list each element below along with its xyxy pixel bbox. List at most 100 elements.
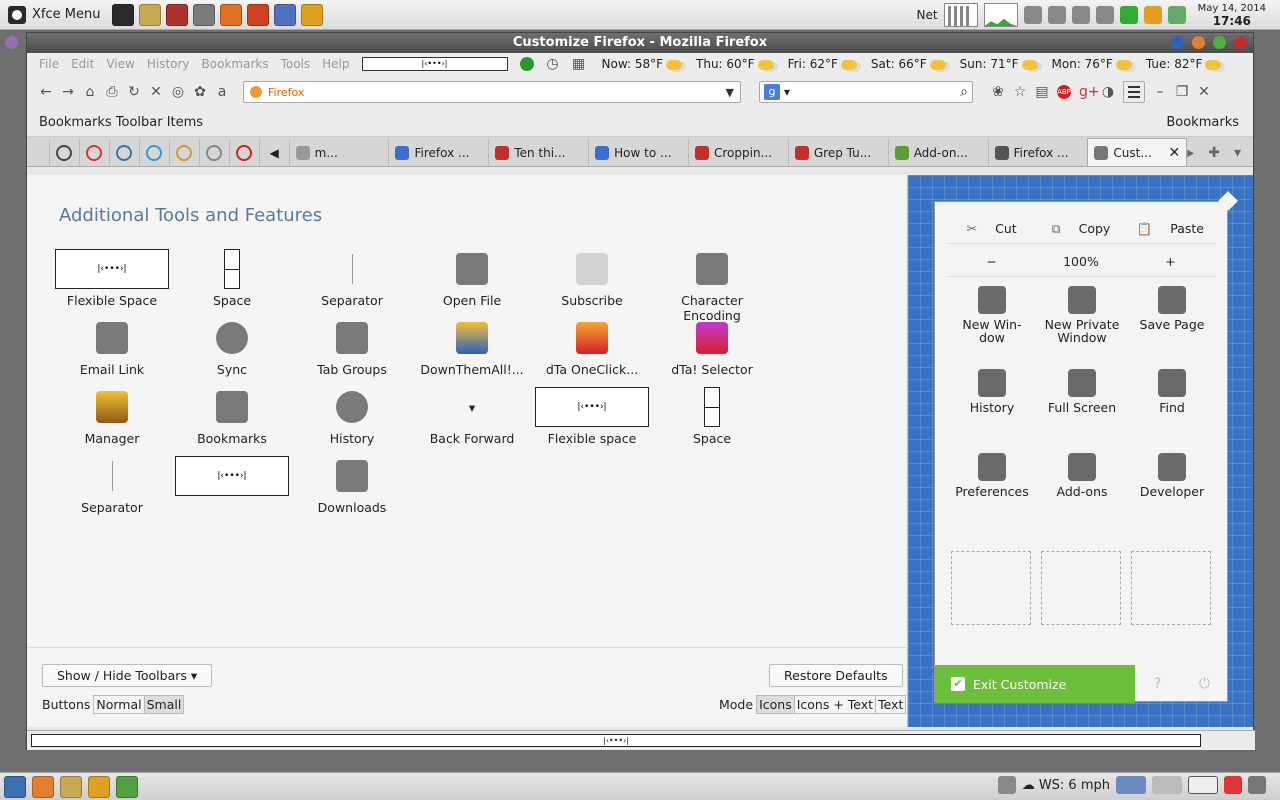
home-icon[interactable]: ⌂: [83, 85, 97, 99]
mode-option-text[interactable]: Text: [875, 696, 905, 713]
palette-item[interactable]: |‹•••›| Flexible Space: [52, 249, 172, 308]
bookmarks-menu-icon[interactable]: ▤: [1035, 85, 1049, 99]
zoom-reset-button[interactable]: 100%: [1036, 254, 1125, 269]
empty-slot[interactable]: [1131, 551, 1211, 625]
launcher-icon[interactable]: [274, 3, 297, 26]
help-icon[interactable]: ?: [1154, 676, 1161, 692]
palette-item[interactable]: Character Encoding: [652, 249, 772, 323]
task-icon[interactable]: [88, 775, 110, 798]
palette-item[interactable]: Space: [172, 249, 292, 308]
menubar-flexible-space[interactable]: |‹•••›|: [361, 57, 508, 71]
google-logo-icon[interactable]: g: [764, 84, 780, 100]
tab[interactable]: Firefox ...: [388, 140, 488, 166]
task-icon[interactable]: [116, 775, 138, 798]
wind-speed[interactable]: ☁ WS: 6 mph: [1022, 778, 1110, 793]
launcher-icon[interactable]: [193, 3, 216, 26]
menu-item-help[interactable]: Help: [322, 57, 349, 71]
tools-addon-icon[interactable]: ✿: [193, 85, 207, 99]
menu-item-bookmarks[interactable]: Bookmarks: [202, 57, 269, 71]
menu-panel-wrench-button[interactable]: Developer: [1127, 453, 1217, 498]
menu-item-history[interactable]: History: [147, 57, 190, 71]
palette-item[interactable]: |‹•••›| Flexible space: [532, 387, 652, 446]
launcher-icon[interactable]: [139, 3, 162, 26]
tab[interactable]: How to ...: [588, 140, 688, 166]
pinned-tab[interactable]: [49, 140, 79, 166]
stop-icon[interactable]: ✕: [149, 85, 163, 99]
palette-item[interactable]: DownThemAll!...: [412, 318, 532, 377]
window-menu-icon[interactable]: [5, 36, 18, 49]
mail-icon[interactable]: [1095, 6, 1114, 24]
clock-icon[interactable]: ◷: [546, 57, 560, 71]
window-control-icon[interactable]: [1171, 36, 1184, 49]
bookmark-star-icon[interactable]: ☆: [1013, 85, 1027, 99]
google-plus-icon[interactable]: g+: [1079, 85, 1100, 99]
palette-item[interactable]: Bookmarks: [172, 387, 292, 446]
network-icon[interactable]: [1071, 6, 1090, 24]
menu-item-file[interactable]: File: [39, 57, 59, 71]
buttons-option-small[interactable]: Small: [143, 696, 184, 713]
menu-panel-magnifier-button[interactable]: Find: [1127, 369, 1217, 414]
pinned-tab[interactable]: [138, 140, 169, 166]
window-close-icon[interactable]: ✕: [1197, 85, 1211, 99]
addon-menu-icon[interactable]: ❀: [991, 85, 1005, 99]
pinned-tab[interactable]: [228, 140, 259, 166]
palette-item[interactable]: Sync: [172, 318, 292, 377]
exit-customize-button[interactable]: ✔ Exit Customize: [935, 665, 1135, 703]
task-icon[interactable]: [60, 775, 82, 798]
launcher-icon[interactable]: [301, 3, 324, 26]
palette-item[interactable]: Tab Groups: [292, 318, 412, 377]
tab-close-icon[interactable]: ✕: [1168, 145, 1180, 161]
show-desktop-icon[interactable]: [1248, 776, 1266, 794]
menu-panel-page-button[interactable]: Save Page: [1127, 286, 1217, 331]
palette-item[interactable]: Subscribe: [532, 249, 652, 308]
menu-item-view[interactable]: View: [106, 57, 134, 71]
bookmarks-toolbar-items[interactable]: Bookmarks Toolbar Items: [39, 115, 203, 130]
pinned-tab[interactable]: [78, 140, 109, 166]
zoom-in-button[interactable]: +: [1126, 254, 1215, 269]
tab[interactable]: Cust... ✕: [1087, 138, 1188, 166]
bookmarks-button[interactable]: Bookmarks: [1166, 115, 1239, 130]
empty-slot[interactable]: [951, 551, 1031, 625]
pinned-tab[interactable]: [198, 140, 229, 166]
palette-item[interactable]: Email Link: [52, 318, 172, 377]
workspace-1-icon[interactable]: [1116, 776, 1146, 794]
power-icon[interactable]: ◑: [1101, 85, 1115, 99]
workspace-2-icon[interactable]: [1152, 776, 1182, 794]
window-control-icon[interactable]: [1234, 36, 1247, 49]
palette-item[interactable]: Open File: [412, 249, 532, 308]
url-dropdown-icon[interactable]: ▼: [726, 86, 734, 99]
launcher-icon[interactable]: [220, 3, 243, 26]
all-tabs-dropdown-icon[interactable]: ▾: [1234, 145, 1241, 161]
menu-panel-puzzle-button[interactable]: Add-ons: [1037, 453, 1127, 498]
empty-slot[interactable]: [1041, 551, 1121, 625]
quit-power-icon[interactable]: ⏻: [1199, 676, 1210, 692]
forward-arrow-icon[interactable]: →: [61, 85, 75, 99]
search-icon[interactable]: ⌕: [960, 84, 968, 100]
signal-icon[interactable]: [1119, 6, 1138, 24]
amazon-icon[interactable]: a: [215, 85, 229, 99]
tab[interactable]: Croppin...: [688, 140, 788, 166]
menu-panel-gear-button[interactable]: Preferences: [947, 453, 1037, 498]
print-icon[interactable]: ⎙: [105, 85, 119, 99]
palette-item[interactable]: dTa! Selector: [652, 318, 772, 377]
window-restore-icon[interactable]: ❐: [1175, 85, 1189, 99]
settings-icon[interactable]: [997, 776, 1016, 794]
search-box[interactable]: g ▾ ⌕: [759, 81, 973, 103]
adblock-icon[interactable]: ABP: [1057, 85, 1071, 99]
tab-scroll-right-icon[interactable]: ▸: [1187, 145, 1194, 161]
tab[interactable]: m...: [288, 140, 389, 166]
xfce-menu-button[interactable]: Xfce Menu: [0, 0, 108, 30]
search-engine-dropdown-icon[interactable]: ▾: [784, 85, 790, 99]
palette-item[interactable]: History: [292, 387, 412, 446]
palette-item[interactable]: ▾ Back Forward: [412, 387, 532, 447]
mode-option-icons-text[interactable]: Icons + Text: [793, 696, 875, 713]
mode-option-icons[interactable]: Icons: [757, 696, 794, 713]
palette-item[interactable]: Separator: [52, 456, 172, 515]
xfce-tool-icon[interactable]: [1143, 6, 1162, 24]
menu-panel-window-button[interactable]: New Win- dow: [947, 286, 1037, 344]
edit-paste-button[interactable]: 📋 Paste: [1126, 221, 1215, 237]
battery-icon[interactable]: [1167, 6, 1186, 24]
menu-item-edit[interactable]: Edit: [71, 57, 94, 71]
task-icon[interactable]: [32, 775, 54, 798]
buttons-option-normal[interactable]: Normal: [94, 696, 143, 713]
